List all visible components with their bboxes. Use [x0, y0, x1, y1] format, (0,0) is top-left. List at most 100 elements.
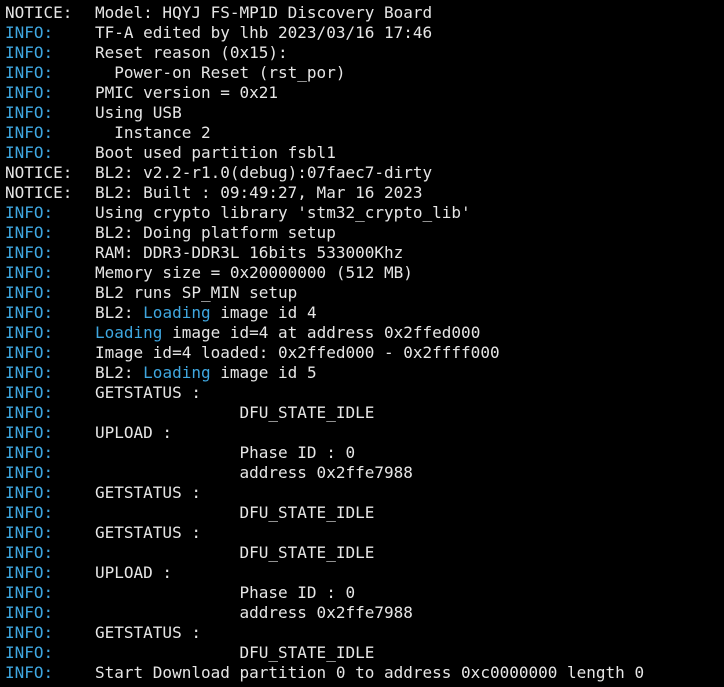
log-message: address 0x2ffe7988 [95, 603, 413, 623]
log-level-info: INFO: [5, 483, 54, 502]
log-text: BL2 runs SP_MIN setup [95, 283, 298, 302]
log-line: INFO: Using USB [5, 103, 724, 123]
log-level-notice: NOTICE: [5, 163, 73, 182]
log-text: DFU_STATE_IDLE [95, 503, 375, 522]
log-level-info: INFO: [5, 423, 54, 442]
log-level-info: INFO: [5, 63, 54, 82]
log-message: Memory size = 0x20000000 (512 MB) [95, 263, 413, 283]
log-level-info: INFO: [5, 403, 54, 422]
log-message: Using crypto library 'stm32_crypto_lib' [95, 203, 471, 223]
log-message: Boot used partition fsbl1 [95, 143, 336, 163]
terminal-output[interactable]: NOTICE: Model: HQYJ FS-MP1D Discovery Boa… [0, 0, 724, 687]
log-text: BL2: Doing platform setup [95, 223, 336, 242]
log-level-info: INFO: [5, 203, 54, 222]
log-text: UPLOAD : [95, 563, 173, 582]
log-level-info: INFO: [5, 123, 54, 142]
log-line: INFO: Reset reason (0x15): [5, 43, 724, 63]
log-message: Instance 2 [95, 123, 210, 143]
log-message: Reset reason (0x15): [95, 43, 288, 63]
log-text: BL2: Built : 09:49:27, Mar 16 2023 [95, 183, 423, 202]
log-text: Reset reason (0x15): [95, 43, 288, 62]
highlighted-keyword: Loading [95, 323, 163, 342]
log-line: INFO: DFU_STATE_IDLE [5, 503, 724, 523]
log-line: INFO: Start Download partition 0 to addre… [5, 663, 724, 683]
log-message: GETSTATUS : [95, 483, 201, 503]
log-text: GETSTATUS : [95, 483, 201, 502]
log-level-info: INFO: [5, 623, 54, 642]
log-line: NOTICE: BL2: Built : 09:49:27, Mar 16 202… [5, 183, 724, 203]
log-text: Model: HQYJ FS-MP1D Discovery Board [95, 3, 433, 22]
log-line: INFO: Image id=4 loaded: 0x2ffed000 - 0x2… [5, 343, 724, 363]
log-line: INFO: UPLOAD : [5, 423, 724, 443]
log-line: INFO: TF-A edited by lhb 2023/03/16 17:46 [5, 23, 724, 43]
log-line: INFO: BL2: Doing platform setup [5, 223, 724, 243]
log-line: INFO: PMIC version = 0x21 [5, 83, 724, 103]
log-text: Boot used partition fsbl1 [95, 143, 336, 162]
log-level-notice: NOTICE: [5, 3, 73, 22]
log-message: DFU_STATE_IDLE [95, 403, 374, 423]
log-level-info: INFO: [5, 103, 54, 122]
log-level-info: INFO: [5, 43, 54, 62]
log-line: INFO: UPLOAD : [5, 563, 724, 583]
log-message: Loading image id=4 at address 0x2ffed000 [95, 323, 480, 343]
log-message: Phase ID : 0 [95, 443, 355, 463]
log-message: GETSTATUS : [95, 383, 201, 403]
log-message: BL2: Doing platform setup [95, 223, 336, 243]
log-message: PMIC version = 0x21 [95, 83, 278, 103]
log-message: Power-on Reset (rst_por) [95, 63, 345, 83]
log-line: INFO: Phase ID : 0 [5, 583, 724, 603]
log-message: GETSTATUS : [95, 623, 201, 643]
log-message: BL2: Loading image id 4 [95, 303, 317, 323]
log-line: INFO: DFU_STATE_IDLE [5, 403, 724, 423]
log-message: Start Download partition 0 to address 0x… [95, 663, 644, 683]
log-level-info: INFO: [5, 263, 54, 282]
log-text: address 0x2ffe7988 [95, 463, 413, 482]
log-message: BL2: Built : 09:49:27, Mar 16 2023 [95, 183, 423, 203]
log-message: RAM: DDR3-DDR3L 16bits 533000Khz [95, 243, 403, 263]
log-line: INFO: DFU_STATE_IDLE [5, 543, 724, 563]
log-message: Image id=4 loaded: 0x2ffed000 - 0x2ffff0… [95, 343, 500, 363]
log-line: INFO: address 0x2ffe7988 [5, 603, 724, 623]
log-line: NOTICE: BL2: v2.2-r1.0(debug):07faec7-dir… [5, 163, 724, 183]
log-level-info: INFO: [5, 563, 54, 582]
log-text: GETSTATUS : [95, 383, 201, 402]
log-text: BL2: v2.2-r1.0(debug):07faec7-dirty [95, 163, 433, 182]
log-level-info: INFO: [5, 223, 54, 242]
log-level-notice: NOTICE: [5, 183, 73, 202]
log-line: INFO: BL2: Loading image id 4 [5, 303, 724, 323]
log-text: BL2: [95, 363, 144, 382]
log-text: BL2: [95, 303, 144, 322]
log-level-info: INFO: [5, 643, 54, 662]
log-level-info: INFO: [5, 583, 54, 602]
log-message: UPLOAD : [95, 563, 172, 583]
log-level-info: INFO: [5, 603, 54, 622]
log-message: UPLOAD : [95, 423, 172, 443]
log-level-info: INFO: [5, 303, 54, 322]
log-line: NOTICE: Model: HQYJ FS-MP1D Discovery Boa… [5, 3, 724, 23]
log-text: DFU_STATE_IDLE [95, 403, 375, 422]
log-line: INFO: Power-on Reset (rst_por) [5, 63, 724, 83]
log-text: TF-A edited by lhb 2023/03/16 17:46 [95, 23, 433, 42]
log-line: INFO: Boot used partition fsbl1 [5, 143, 724, 163]
log-level-info: INFO: [5, 443, 54, 462]
log-text: Power-on Reset (rst_por) [95, 63, 346, 82]
log-text: RAM: DDR3-DDR3L 16bits 533000Khz [95, 243, 404, 262]
log-level-info: INFO: [5, 463, 54, 482]
log-line: INFO: address 0x2ffe7988 [5, 463, 724, 483]
log-line: INFO: RAM: DDR3-DDR3L 16bits 533000Khz [5, 243, 724, 263]
log-text: Using crypto library 'stm32_crypto_lib' [95, 203, 471, 222]
log-text: Using USB [95, 103, 182, 122]
log-text: Memory size = 0x20000000 (512 MB) [95, 263, 413, 282]
log-text: address 0x2ffe7988 [95, 603, 413, 622]
log-message: DFU_STATE_IDLE [95, 503, 374, 523]
log-text: Image id=4 loaded: 0x2ffed000 - 0x2ffff0… [95, 343, 500, 362]
log-line: INFO: GETSTATUS : [5, 523, 724, 543]
log-text: Start Download partition 0 to address 0x… [95, 663, 645, 682]
log-text: GETSTATUS : [95, 623, 201, 642]
log-level-info: INFO: [5, 543, 54, 562]
log-line: INFO: GETSTATUS : [5, 623, 724, 643]
log-message: DFU_STATE_IDLE [95, 643, 374, 663]
log-level-info: INFO: [5, 243, 54, 262]
log-line: INFO: DFU_STATE_IDLE [5, 643, 724, 663]
log-message: BL2: v2.2-r1.0(debug):07faec7-dirty [95, 163, 432, 183]
